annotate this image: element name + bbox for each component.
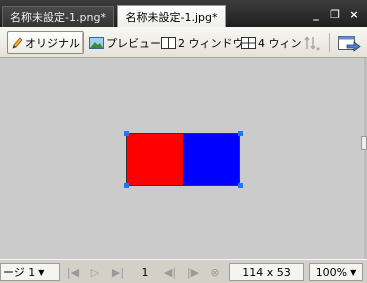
close-icon[interactable]: × xyxy=(347,7,361,21)
two-pane-icon xyxy=(161,36,176,49)
panel-collapse-tab[interactable] xyxy=(361,136,367,150)
four-window-view-label: 4 ウィン xyxy=(258,36,302,50)
document-tab-bar: 名称未設定-1.png* 名称未設定-1.jpg* _ ❐ × xyxy=(0,0,367,27)
blue-rectangle xyxy=(183,134,239,185)
tab-document-jpg[interactable]: 名称未設定-1.jpg* xyxy=(117,5,226,27)
toolbar-divider xyxy=(329,33,330,52)
selection-handle-bottom-left[interactable] xyxy=(124,183,129,188)
two-window-view-label: 2 ウィンドウ xyxy=(178,36,244,50)
four-pane-icon xyxy=(241,36,256,49)
previous-frame-icon[interactable]: ◀| xyxy=(163,264,177,280)
selection-handle-top-left[interactable] xyxy=(124,131,129,136)
red-rectangle xyxy=(127,134,183,185)
preview-view-label: プレビュー xyxy=(106,36,161,50)
preview-view-button[interactable]: プレビュー xyxy=(86,31,164,54)
four-window-view-button[interactable]: 4 ウィン xyxy=(238,31,305,54)
chevron-down-icon: ▼ xyxy=(350,267,357,277)
export-browser-icon xyxy=(337,33,361,53)
original-view-label: オリジナル xyxy=(25,36,80,50)
pencil-icon xyxy=(11,36,23,50)
first-frame-icon[interactable]: |◀ xyxy=(66,264,80,280)
status-bar: ージ 1 ▼ |◀ ▷ ▶| 1 ◀| |▶ ⊗ 114 x 53 100% ▼ xyxy=(0,259,367,283)
page-select[interactable]: ージ 1 ▼ xyxy=(0,263,60,281)
original-view-button[interactable]: オリジナル xyxy=(7,31,84,54)
picture-icon xyxy=(89,36,104,49)
zoom-value: 100% xyxy=(315,265,348,279)
image-dimensions-value: 114 x 53 xyxy=(242,265,291,279)
optimize-button[interactable] xyxy=(300,31,326,54)
tab-document-png[interactable]: 名称未設定-1.png* xyxy=(2,6,114,27)
selection-handle-bottom-right[interactable] xyxy=(238,183,243,188)
toolbar-divider xyxy=(82,33,83,52)
image-dimensions: 114 x 53 xyxy=(229,263,304,281)
selection-handle-top-right[interactable] xyxy=(238,131,243,136)
restore-icon[interactable]: ❐ xyxy=(328,7,342,21)
play-icon[interactable]: ▷ xyxy=(88,264,102,280)
page-select-label: ージ 1 xyxy=(3,266,36,279)
next-frame-icon[interactable]: |▶ xyxy=(186,264,200,280)
chevron-down-icon: ▼ xyxy=(38,267,45,277)
minimize-icon[interactable]: _ xyxy=(309,7,323,21)
frame-number: 1 xyxy=(141,265,149,279)
zoom-select[interactable]: 100% ▼ xyxy=(309,263,363,281)
export-browser-button[interactable] xyxy=(334,31,366,54)
document-image[interactable] xyxy=(126,133,240,186)
disabled-optimize-icon xyxy=(303,34,321,52)
view-toolbar: オリジナル プレビュー 2 ウィンドウ 4 ウィン xyxy=(0,27,367,58)
stop-icon[interactable]: ⊗ xyxy=(208,264,222,280)
last-frame-icon[interactable]: ▶| xyxy=(111,264,125,280)
two-window-view-button[interactable]: 2 ウィンドウ xyxy=(158,31,247,54)
